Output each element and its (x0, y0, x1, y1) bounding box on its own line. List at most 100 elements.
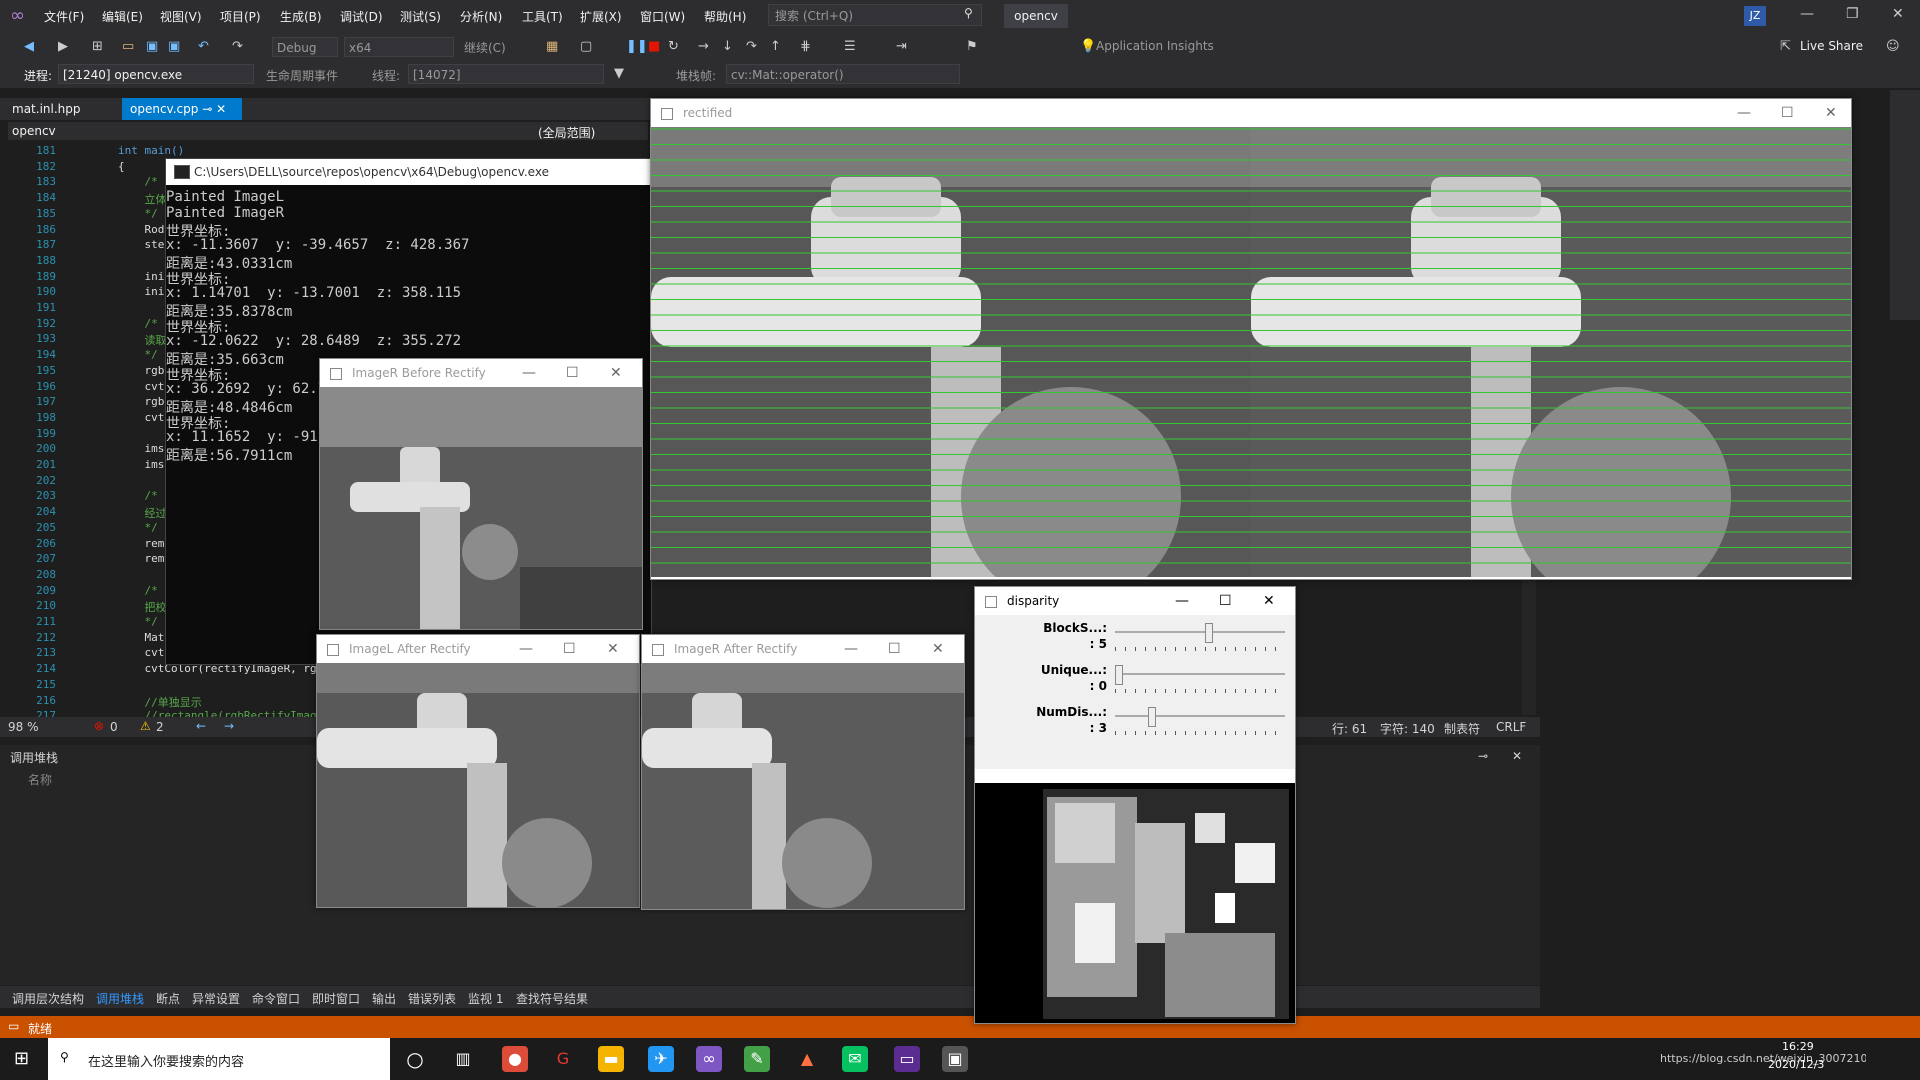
pin-icon[interactable]: ⊸ (202, 102, 212, 116)
platform-select[interactable]: x64 (344, 37, 454, 57)
menu-build[interactable]: 生成(B) (280, 8, 322, 25)
close-icon[interactable]: ✕ (610, 359, 622, 387)
continue-button[interactable]: 继续(C) (464, 39, 506, 56)
column-header-name[interactable]: 名称 (28, 771, 52, 788)
minimize-icon[interactable]: — (1175, 587, 1189, 615)
back-icon[interactable]: ◀ (24, 39, 34, 54)
stack-frame-select[interactable]: cv::Mat::operator() (726, 64, 960, 84)
tab-command-window[interactable]: 命令窗口 (252, 990, 300, 1007)
application-insights-button[interactable]: Application Insights (1096, 39, 1214, 53)
tab-mode[interactable]: 制表符 (1444, 720, 1480, 737)
tab-error-list[interactable]: 错误列表 (408, 990, 456, 1007)
opencv-window-taskbar-icon[interactable]: ▣ (942, 1046, 968, 1072)
forward-icon[interactable]: ▶ (58, 39, 68, 54)
trackbar-thumb[interactable] (1115, 665, 1123, 685)
menu-view[interactable]: 视图(V) (160, 8, 202, 25)
code-line[interactable]: /* (118, 175, 157, 188)
menu-debug[interactable]: 调试(D) (340, 8, 383, 25)
feishu-icon[interactable]: ✈ (648, 1046, 674, 1072)
configuration-select[interactable]: Debug (272, 37, 338, 57)
tab-find-symbol-results[interactable]: 查找符号结果 (516, 990, 588, 1007)
indent-icon[interactable]: ⇥ (896, 39, 907, 54)
code-line[interactable]: */ (118, 348, 157, 361)
code-line[interactable]: /* (118, 317, 157, 330)
cortana-icon[interactable]: ○ (402, 1046, 428, 1072)
tab-call-hierarchy[interactable]: 调用层次结构 (12, 990, 84, 1007)
file-explorer-icon[interactable]: ▬ (598, 1046, 624, 1072)
live-share-button[interactable]: Live Share (1800, 39, 1863, 53)
redo-icon[interactable]: ↷ (232, 39, 243, 54)
code-line[interactable]: { (118, 160, 125, 173)
code-line[interactable]: /* (118, 584, 157, 597)
feedback-icon[interactable]: ☺ (1886, 39, 1900, 54)
taskbar-search[interactable]: ⚲ 在这里输入你要搜索的内容 (48, 1038, 390, 1080)
trackbar-track[interactable] (1115, 715, 1285, 717)
matlab-icon[interactable]: ▲ (794, 1046, 820, 1072)
tab-breakpoints[interactable]: 断点 (156, 990, 180, 1007)
trackbar-thumb[interactable] (1147, 707, 1156, 727)
code-line[interactable]: */ (118, 615, 157, 628)
maximize-icon[interactable]: ☐ (888, 635, 901, 663)
trackbar-thumb[interactable] (1205, 623, 1214, 643)
insights-icon[interactable]: 💡 (1080, 39, 1096, 54)
menu-window[interactable]: 窗口(W) (640, 8, 685, 25)
maximize-icon[interactable]: ☐ (563, 635, 576, 663)
step-out-icon[interactable]: ↑ (770, 39, 781, 54)
tab-call-stack[interactable]: 调用堆栈 (96, 990, 144, 1007)
trackbar-2[interactable]: NumDis...:: 3 (975, 705, 1295, 745)
close-tab-icon[interactable]: ✕ (216, 102, 226, 116)
minimize-icon[interactable]: — (1737, 99, 1751, 127)
screenshot-icon[interactable]: ▢ (580, 39, 592, 54)
undo-icon[interactable]: ↶ (198, 39, 209, 54)
minimize-icon[interactable]: — (522, 359, 536, 387)
task-view-icon[interactable]: ▥ (450, 1046, 476, 1072)
search-input[interactable]: 搜索 (Ctrl+Q) (768, 4, 982, 26)
warning-count[interactable]: 2 (156, 720, 164, 734)
step-into-icon[interactable]: ↓ (722, 39, 733, 54)
previous-issue-icon[interactable]: ← (196, 719, 206, 733)
clock-time[interactable]: 16:29 (1782, 1040, 1814, 1053)
window-title-bar[interactable]: ImageR Before Rectify — ☐ ✕ (320, 359, 642, 387)
console-taskbar-icon[interactable]: ▭ (894, 1046, 920, 1072)
tab-output[interactable]: 输出 (372, 990, 396, 1007)
step-over-icon[interactable]: ↷ (746, 39, 757, 54)
minimize-icon[interactable]: — (844, 635, 858, 663)
clock-date[interactable]: 2020/12/3 (1768, 1058, 1824, 1071)
line-ending[interactable]: CRLF (1496, 720, 1526, 734)
solution-explorer-dock[interactable] (1890, 90, 1920, 320)
open-folder-icon[interactable]: ▭ (122, 39, 134, 54)
code-line[interactable]: */ (118, 521, 157, 534)
window-title-bar[interactable]: disparity — ☐ ✕ (975, 587, 1295, 615)
close-panel-icon[interactable]: ✕ (1512, 749, 1522, 763)
restart-icon[interactable]: ↻ (668, 39, 679, 54)
new-project-icon[interactable]: ⊞ (92, 39, 103, 54)
window-title-bar[interactable]: rectified — ☐ ✕ (651, 99, 1851, 127)
code-line[interactable]: //单独显示 (118, 694, 201, 710)
app-red-icon[interactable]: G (550, 1046, 576, 1072)
restore-icon[interactable]: ❐ (1846, 6, 1859, 22)
menu-project[interactable]: 项目(P) (220, 8, 261, 25)
error-count[interactable]: 0 (110, 720, 118, 734)
show-next-statement-icon[interactable]: → (698, 39, 709, 54)
pause-icon[interactable]: ❚❚ (626, 39, 648, 54)
filter-icon[interactable]: ▼ (614, 66, 624, 81)
menu-analyze[interactable]: 分析(N) (460, 8, 502, 25)
close-icon[interactable]: ✕ (1263, 587, 1275, 615)
process-icon[interactable]: ▦ (546, 39, 558, 54)
maximize-icon[interactable]: ☐ (1219, 587, 1232, 615)
tab-mat-inl-hpp[interactable]: mat.inl.hpp (4, 98, 120, 120)
pin-icon[interactable]: ⊸ (1478, 749, 1488, 763)
project-select[interactable]: opencv (12, 124, 56, 138)
chrome-icon[interactable]: ● (502, 1046, 528, 1072)
maximize-icon[interactable]: ☐ (566, 359, 579, 387)
window-title-bar[interactable]: ImageR After Rectify — ☐ ✕ (642, 635, 964, 663)
minimize-icon[interactable]: — (519, 635, 533, 663)
wechat-icon[interactable]: ✉ (842, 1046, 868, 1072)
menu-extensions[interactable]: 扩展(X) (580, 8, 622, 25)
thread-select[interactable]: [14072] (408, 64, 604, 84)
menu-test[interactable]: 测试(S) (400, 8, 441, 25)
save-icon[interactable]: ▣ (146, 39, 158, 54)
tab-opencv-cpp[interactable]: opencv.cpp ⊸ ✕ (122, 98, 242, 120)
trackbar-1[interactable]: Unique...:: 0 (975, 663, 1295, 703)
maximize-icon[interactable]: ☐ (1781, 99, 1794, 127)
